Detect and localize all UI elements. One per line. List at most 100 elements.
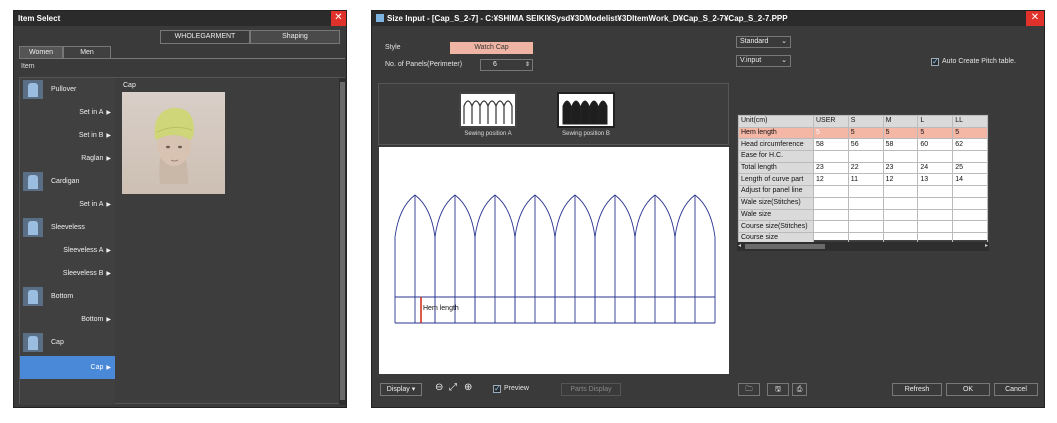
subitem-bottom[interactable]: Bottom ▶ [20, 308, 115, 331]
table-cell[interactable] [952, 185, 988, 198]
print-button[interactable]: ⎙ [792, 383, 807, 396]
refresh-button[interactable]: Refresh [892, 383, 942, 396]
category-label: Cardigan [51, 178, 80, 185]
close-icon[interactable]: ✕ [331, 11, 346, 26]
table-cell[interactable] [917, 185, 954, 198]
zoom-fit-icon[interactable]: ⤢ [449, 382, 457, 394]
table-cell[interactable]: 5 [952, 126, 988, 140]
table-cell[interactable] [847, 150, 884, 163]
horizontal-scrollbar[interactable]: ◂ ▸ [737, 242, 989, 251]
display-dropdown[interactable]: Display ▾ [380, 383, 422, 396]
scrollbar-thumb[interactable] [340, 82, 345, 400]
spinner-icon[interactable]: ⇕ [525, 60, 530, 70]
table-cell[interactable] [952, 220, 988, 233]
standard-dropdown[interactable]: Standard ⌄ [736, 36, 791, 48]
table-cell[interactable] [917, 220, 954, 233]
table-cell[interactable]: 23 [813, 161, 849, 175]
table-cell[interactable] [813, 185, 849, 198]
table-cell[interactable] [952, 150, 988, 163]
table-cell[interactable]: 12 [813, 173, 849, 187]
table-cell[interactable]: 58 [882, 138, 919, 152]
preview-checkbox[interactable] [493, 384, 501, 393]
wholegarment-button[interactable]: WHOLEGARMENT [160, 30, 250, 44]
table-cell[interactable]: 56 [847, 138, 884, 152]
table-cell[interactable]: 22 [847, 161, 884, 175]
table-cell[interactable] [882, 150, 919, 163]
table-cell[interactable]: 11 [847, 173, 884, 187]
subitem-cap[interactable]: Cap ▶ [20, 356, 115, 379]
zoom-in-icon[interactable]: ⊕ [464, 382, 472, 394]
category-cap[interactable]: Cap [20, 331, 115, 354]
table-cell[interactable] [847, 196, 884, 210]
table-cell[interactable] [847, 208, 884, 222]
pattern-canvas[interactable]: Hem length [379, 147, 729, 374]
table-cell[interactable]: 5 [847, 126, 884, 140]
vertical-scrollbar[interactable] [339, 78, 346, 405]
table-cell[interactable] [882, 196, 919, 210]
table-cell[interactable]: 25 [952, 161, 988, 175]
table-cell[interactable]: 13 [917, 173, 954, 187]
table-cell[interactable] [952, 208, 988, 222]
cap-preview-image[interactable] [122, 92, 225, 194]
ok-button[interactable]: OK [946, 383, 990, 396]
shaping-button[interactable]: Shaping [250, 30, 340, 44]
table-cell[interactable]: 24 [917, 161, 954, 175]
sewing-position-b-button[interactable] [557, 92, 615, 128]
scroll-right-icon[interactable]: ▸ [985, 242, 988, 251]
table-cell[interactable]: 12 [882, 173, 919, 187]
auto-pitch-checkbox[interactable] [931, 57, 939, 66]
table-cell[interactable] [813, 220, 849, 233]
subitem-sleeveless-b[interactable]: Sleeveless B ▶ [20, 262, 115, 285]
table-cell[interactable]: 58 [813, 138, 849, 152]
save-button[interactable]: 🖫 [767, 383, 789, 396]
table-cell[interactable] [882, 220, 919, 233]
subitem-raglan[interactable]: Raglan ▶ [20, 147, 115, 170]
close-icon[interactable]: ✕ [1026, 11, 1044, 26]
category-bottom[interactable]: Bottom [20, 285, 115, 308]
subitem-set-in-a[interactable]: Set in A ▶ [20, 101, 115, 124]
table-cell[interactable] [952, 196, 988, 210]
cardigan-icon [23, 172, 43, 191]
table-cell[interactable]: 5 [917, 126, 954, 140]
subitem-sleeveless-a[interactable]: Sleeveless A ▶ [20, 239, 115, 262]
item-select-window: Item Select ✕ WHOLEGARMENT Shaping Women… [13, 10, 347, 408]
table-cell[interactable]: 5 [882, 126, 919, 140]
category-pullover[interactable]: Pullover [20, 78, 115, 101]
category-sleeveless[interactable]: Sleeveless [20, 216, 115, 239]
size-table[interactable]: Unit(cm) USER S M L LL Hem length 5 5 5 … [737, 114, 989, 245]
scrollbar-thumb[interactable] [745, 244, 825, 249]
cancel-button[interactable]: Cancel [994, 383, 1038, 396]
table-cell[interactable] [882, 185, 919, 198]
table-cell[interactable]: 14 [952, 173, 988, 187]
subitem-set-in-a[interactable]: Set in A ▶ [20, 193, 115, 216]
table-cell[interactable] [882, 208, 919, 222]
zoom-out-icon[interactable]: ⊖ [435, 382, 443, 394]
open-folder-button[interactable]: 🗀 [738, 383, 760, 396]
parts-display-dropdown[interactable]: Parts Display [561, 383, 621, 396]
table-cell[interactable] [917, 196, 954, 210]
scroll-left-icon[interactable]: ◂ [738, 242, 741, 251]
subitem-set-in-b[interactable]: Set in B ▶ [20, 124, 115, 147]
table-cell[interactable] [917, 208, 954, 222]
tab-women[interactable]: Women [19, 46, 63, 58]
tab-divider [19, 58, 345, 59]
table-cell[interactable] [847, 185, 884, 198]
table-cell[interactable]: 60 [917, 138, 954, 152]
panels-stepper[interactable]: 6 ⇕ [480, 59, 533, 71]
table-cell[interactable]: 5 [813, 126, 849, 140]
table-cell[interactable] [847, 220, 884, 233]
tab-men[interactable]: Men [63, 46, 111, 58]
table-cell[interactable] [813, 150, 849, 163]
sewing-position-a-button[interactable] [459, 92, 517, 128]
table-cell[interactable] [813, 196, 849, 210]
item-select-titlebar: Item Select [14, 11, 346, 26]
style-field[interactable]: Watch Cap [450, 42, 533, 54]
table-cell[interactable] [813, 208, 849, 222]
vinput-dropdown[interactable]: V.input ⌄ [736, 55, 791, 67]
table-cell[interactable]: 62 [952, 138, 988, 152]
category-cardigan[interactable]: Cardigan [20, 170, 115, 193]
table-cell[interactable] [917, 150, 954, 163]
cap-icon [23, 333, 43, 352]
table-cell[interactable]: 23 [882, 161, 919, 175]
table-header-cell: M [882, 115, 919, 128]
